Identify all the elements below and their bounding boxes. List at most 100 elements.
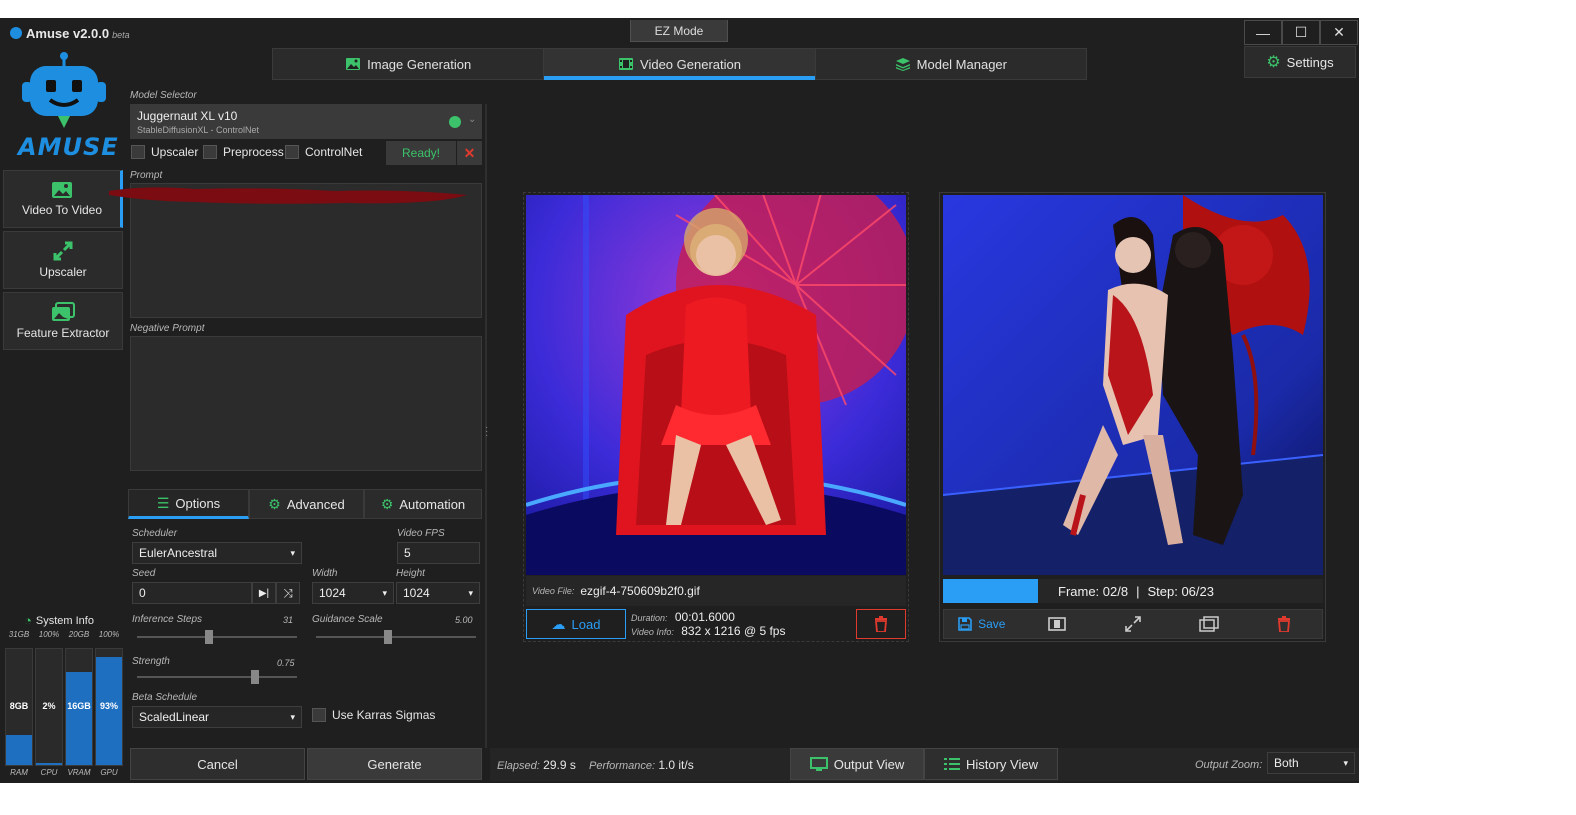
model-selector-dropdown[interactable]: Juggernaut XL v10 StableDiffusionXL - Co… [130,104,482,139]
karras-toggle[interactable]: Use Karras Sigmas [312,708,435,722]
height-label: Height [396,568,425,579]
generate-button[interactable]: Generate [307,748,482,780]
settings-button[interactable]: ⚙ Settings [1244,46,1356,78]
strength-slider[interactable] [137,670,297,684]
tab-image-generation[interactable]: Image Generation [273,49,545,79]
tab-model-manager[interactable]: Model Manager [816,49,1086,79]
subtab-automation[interactable]: ⚙ Automation [364,489,482,519]
system-info-header: ◔ System Info [24,613,94,628]
usage-bar-value: 93% [99,701,118,711]
subtab-options[interactable]: ☰ Options [128,489,249,519]
film-icon [1048,617,1067,631]
height-select[interactable]: 1024 ▾ [396,582,480,604]
usage-bar-value: 8GB [9,701,29,711]
random-seed-button[interactable]: ⤨ [276,582,300,604]
output-view-label: Output View [833,756,905,772]
input-video-preview [526,195,906,575]
splitter-grip-icon[interactable]: · · · [485,423,488,441]
karras-label: Use Karras Sigmas [332,708,436,722]
output-toolbar: Save [943,609,1323,639]
fps-label: Video FPS [397,528,445,539]
images-icon [1198,616,1219,632]
chevron-down-icon: ▾ [290,547,295,558]
tab-label: Video Generation [640,56,741,72]
slider-thumb[interactable] [205,630,213,644]
close-button[interactable]: ✕ [1320,20,1358,45]
bar-name-label: VRAM [67,768,91,777]
video-file-label: Video File: [532,586,575,596]
sliders-icon: ☰ [156,494,170,511]
performance-value: 1.0 it/s [658,758,694,772]
chevron-down-icon: ⌄ [468,114,477,125]
beta-schedule-select[interactable]: ScaledLinear ▾ [132,706,302,728]
slider-thumb[interactable] [384,630,392,644]
bar-capacity-label: 100% [98,630,120,639]
output-progress-bar [943,579,1038,603]
tab-label: Image Generation [367,56,472,72]
scheduler-value: EulerAncestral [139,546,218,560]
maximize-button[interactable]: ☐ [1282,20,1320,45]
upscale-output-button[interactable] [1095,610,1171,638]
gears-icon: ⚙ [268,495,281,512]
app-window: Amuse v2.0.0 beta EZ Mode — ☐ ✕ Image Gen… [0,18,1359,783]
nav-label: Feature Extractor [16,326,110,340]
chevron-down-icon: ▾ [290,711,295,722]
beta-schedule-label: Beta Schedule [132,692,198,703]
logo-text: AMUSE [18,133,119,161]
input-image [526,195,906,575]
performance-label: Performance: [589,760,656,772]
preprocess-checkbox[interactable] [203,145,217,159]
output-zoom-value: Both [1274,756,1299,770]
seed-step-button[interactable]: ▶| [252,582,276,604]
slider-thumb[interactable] [251,670,259,684]
history-view-button[interactable]: History View [924,748,1058,780]
gear-icon: ⚙ [1266,54,1281,71]
upscaler-toggle[interactable]: Upscaler [131,145,198,159]
video-export-button[interactable] [1020,610,1096,638]
negative-prompt-input[interactable] [130,336,482,471]
subtab-advanced[interactable]: ⚙ Advanced [249,489,364,519]
steps-slider[interactable] [137,630,297,644]
nav-feature-extractor[interactable]: Feature Extractor [3,292,123,350]
ez-mode-button[interactable]: EZ Mode [630,20,728,42]
width-select[interactable]: 1024 ▾ [312,582,394,604]
model-type: StableDiffusionXL - ControlNet [137,125,260,135]
cancel-button[interactable]: Cancel [130,748,305,780]
unload-model-button[interactable]: ✕ [457,141,482,165]
expand-icon [1125,616,1141,632]
seed-input[interactable]: 0 [132,582,252,604]
output-view-button[interactable]: Output View [790,748,924,780]
tab-video-generation[interactable]: Video Generation [544,49,816,80]
feature-extract-output-button[interactable] [1171,610,1247,638]
video-duration: Duration: 00:01.6000 [631,610,735,624]
preprocess-toggle[interactable]: Preprocess [203,145,284,159]
upscaler-checkbox[interactable] [131,145,145,159]
scheduler-select[interactable]: EulerAncestral ▾ [132,542,302,564]
delete-input-button[interactable] [856,609,906,639]
guidance-slider[interactable] [316,630,476,644]
usage-bar: 93% [95,648,123,766]
frame-counter: Frame: 02/8 [1058,583,1129,599]
seed-label: Seed [132,568,156,579]
monitor-icon [809,757,828,771]
image-icon [346,58,361,70]
output-video-preview [943,195,1323,575]
delete-output-button[interactable] [1246,610,1322,638]
model-ready-status[interactable]: Ready! [386,141,456,165]
load-video-button[interactable]: ☁ Load [526,609,626,639]
nav-upscaler[interactable]: Upscaler [3,231,123,289]
karras-checkbox[interactable] [312,708,326,722]
save-button[interactable]: Save [944,610,1020,638]
output-zoom-select[interactable]: Both ▾ [1267,752,1355,774]
video-info-label: Video Info: [631,627,674,637]
controlnet-toggle[interactable]: ControlNet [285,145,362,159]
fps-input[interactable]: 5 [397,542,480,564]
bar-capacity-label: 20GB [68,630,90,639]
prompt-label: Prompt [130,170,163,181]
app-title: Amuse v2.0.0 beta [10,26,130,41]
minimize-button[interactable]: — [1244,20,1282,45]
video-file-name: ezgif-4-750609b2f0.gif [580,584,700,598]
guidance-label: Guidance Scale [312,614,383,625]
step-forward-icon: ▶| [258,587,270,599]
controlnet-checkbox[interactable] [285,145,299,159]
